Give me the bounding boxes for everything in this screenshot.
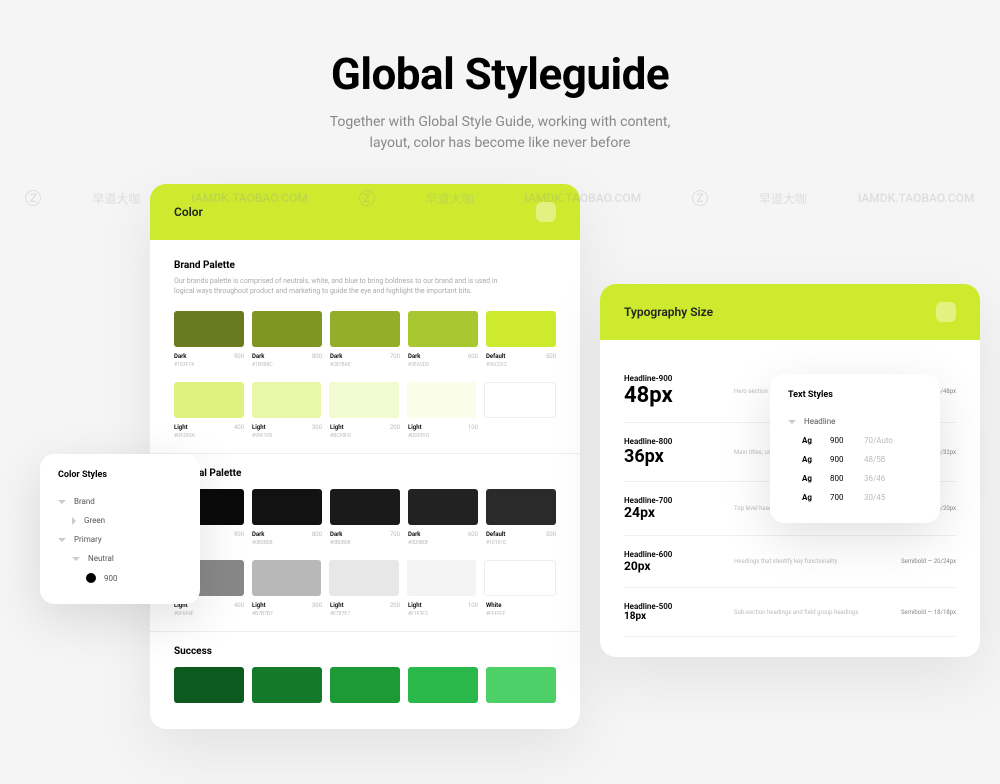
- color-swatch[interactable]: [486, 667, 556, 703]
- typography-row: Headline-60020pxHeadings that identify k…: [624, 536, 956, 588]
- color-dot-icon: [86, 573, 96, 583]
- swatch-label: Light100: [408, 424, 478, 431]
- color-swatch[interactable]: [329, 560, 399, 596]
- swatch-label: Dark900: [174, 353, 244, 360]
- color-swatch[interactable]: [174, 667, 244, 703]
- swatch-label: Light400: [174, 424, 244, 431]
- card-title: Typography Size: [624, 305, 713, 319]
- tree-item[interactable]: Primary: [58, 530, 182, 549]
- section-title: Brand Palette: [174, 260, 556, 271]
- page-title: Global Styleguide: [20, 48, 980, 100]
- color-swatch[interactable]: [408, 311, 478, 347]
- tree-item[interactable]: Neutral: [58, 549, 182, 568]
- swatch-label: Default500: [486, 531, 556, 538]
- logo-icon: [536, 202, 556, 222]
- color-swatch[interactable]: [252, 560, 322, 596]
- swatch-label: Dark800: [252, 353, 322, 360]
- swatch-label: Light300: [252, 424, 322, 431]
- hero: Global Styleguide Together with Global S…: [0, 0, 1000, 184]
- swatch-label: Light200: [330, 424, 400, 431]
- color-swatch[interactable]: [252, 382, 322, 418]
- card-header: Color: [150, 184, 580, 240]
- color-swatch[interactable]: [330, 667, 400, 703]
- color-swatch[interactable]: [252, 489, 322, 525]
- text-styles-popup: Text Styles Headline Ag90070/AutoAg90048…: [770, 374, 940, 523]
- caret-icon: [58, 538, 66, 542]
- swatch-label: Default500: [486, 353, 556, 360]
- swatch-label: Dark800: [252, 531, 322, 538]
- caret-icon: [72, 557, 80, 561]
- text-style-row[interactable]: Ag90048/58: [788, 450, 922, 469]
- swatch-label: White: [486, 602, 556, 609]
- caret-icon: [72, 517, 76, 525]
- swatch-label: Light100: [408, 602, 478, 609]
- card-title: Color: [174, 205, 203, 219]
- text-style-row[interactable]: Ag70030/45: [788, 488, 922, 507]
- swatch-label: [486, 424, 556, 431]
- tree-item[interactable]: Headline: [788, 412, 922, 431]
- color-swatch[interactable]: [174, 382, 244, 418]
- color-swatch[interactable]: [408, 489, 478, 525]
- color-swatch[interactable]: [484, 560, 556, 596]
- color-swatch[interactable]: [330, 489, 400, 525]
- color-swatch[interactable]: [407, 560, 477, 596]
- color-swatch[interactable]: [484, 382, 556, 418]
- color-swatch[interactable]: [174, 311, 244, 347]
- swatch-label: Dark700: [330, 531, 400, 538]
- section-title: Success: [174, 646, 556, 657]
- swatch-label: Dark600: [408, 353, 478, 360]
- color-swatch[interactable]: [330, 311, 400, 347]
- swatch-label: Light200: [330, 602, 400, 609]
- color-swatch[interactable]: [407, 382, 477, 418]
- color-swatch[interactable]: [486, 489, 556, 525]
- color-styles-popup: Color Styles BrandGreenPrimaryNeutral900: [40, 454, 200, 604]
- popup-title: Color Styles: [58, 470, 182, 480]
- caret-icon: [58, 500, 66, 504]
- tree-item[interactable]: 900: [58, 568, 182, 588]
- swatch-label: Dark700: [330, 353, 400, 360]
- color-swatch[interactable]: [252, 667, 322, 703]
- text-style-row[interactable]: Ag90070/Auto: [788, 431, 922, 450]
- card-header: Typography Size: [600, 284, 980, 340]
- color-swatch[interactable]: [329, 382, 399, 418]
- logo-icon: [936, 302, 956, 322]
- tree-item[interactable]: Brand: [58, 492, 182, 511]
- swatch-label: Light300: [252, 602, 322, 609]
- page-subtitle: Together with Global Style Guide, workin…: [20, 112, 980, 154]
- popup-title: Text Styles: [788, 390, 922, 400]
- color-swatch[interactable]: [486, 311, 556, 347]
- section-desc: Our brands palette is comprised of neutr…: [174, 277, 514, 297]
- text-style-row[interactable]: Ag80036/46: [788, 469, 922, 488]
- typography-row: Headline-50018pxSub-section headings and…: [624, 588, 956, 637]
- swatch-label: Dark600: [408, 531, 478, 538]
- section-title: Neutral Palette: [174, 468, 556, 479]
- color-swatch[interactable]: [408, 667, 478, 703]
- color-swatch[interactable]: [252, 311, 322, 347]
- tree-item[interactable]: Green: [58, 511, 182, 530]
- color-card: Color Brand Palette Our brands palette i…: [150, 184, 580, 729]
